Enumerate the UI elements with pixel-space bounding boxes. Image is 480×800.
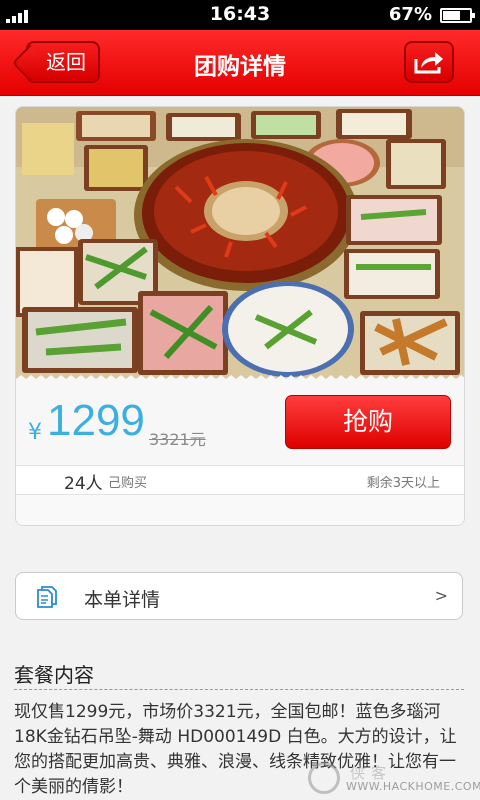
remaining-time: 剩余3天以上 — [366, 476, 440, 491]
bought-label: 己购买 — [108, 476, 148, 491]
status-bar: 16:43 67% — [0, 0, 480, 30]
stats-row: 24人 己购买 剩余3天以上 — [16, 465, 464, 495]
details-label: 本单详情 — [84, 589, 161, 611]
chevron-right-icon: > — [434, 586, 448, 605]
details-row[interactable]: 本单详情 > — [15, 572, 463, 620]
deal-price: 1299 — [47, 396, 145, 445]
battery-icon — [440, 8, 475, 23]
card-footer — [16, 495, 464, 525]
document-icon — [37, 586, 57, 608]
nav-bar: 返回 团购详情 — [0, 30, 480, 96]
deal-card: ¥ 1299 3321元 抢购 24人 己购买 剩余3天以上 — [15, 106, 465, 526]
watermark: 侠客 WWW.HACKHOME.COM — [304, 762, 480, 796]
watermark-logo-icon — [308, 762, 340, 794]
section-divider — [14, 689, 464, 690]
section-title: 套餐内容 — [14, 663, 94, 687]
bought-count: 24人 — [64, 474, 103, 494]
product-photo — [16, 107, 464, 383]
original-price: 3321元 — [149, 430, 206, 449]
watermark-text: WWW.HACKHOME.COM — [346, 780, 480, 793]
currency-symbol: ¥ — [28, 420, 42, 445]
buy-button[interactable]: 抢购 — [285, 395, 451, 449]
battery-percent: 67% — [388, 4, 432, 25]
share-icon — [414, 52, 443, 74]
share-button[interactable] — [404, 41, 454, 83]
